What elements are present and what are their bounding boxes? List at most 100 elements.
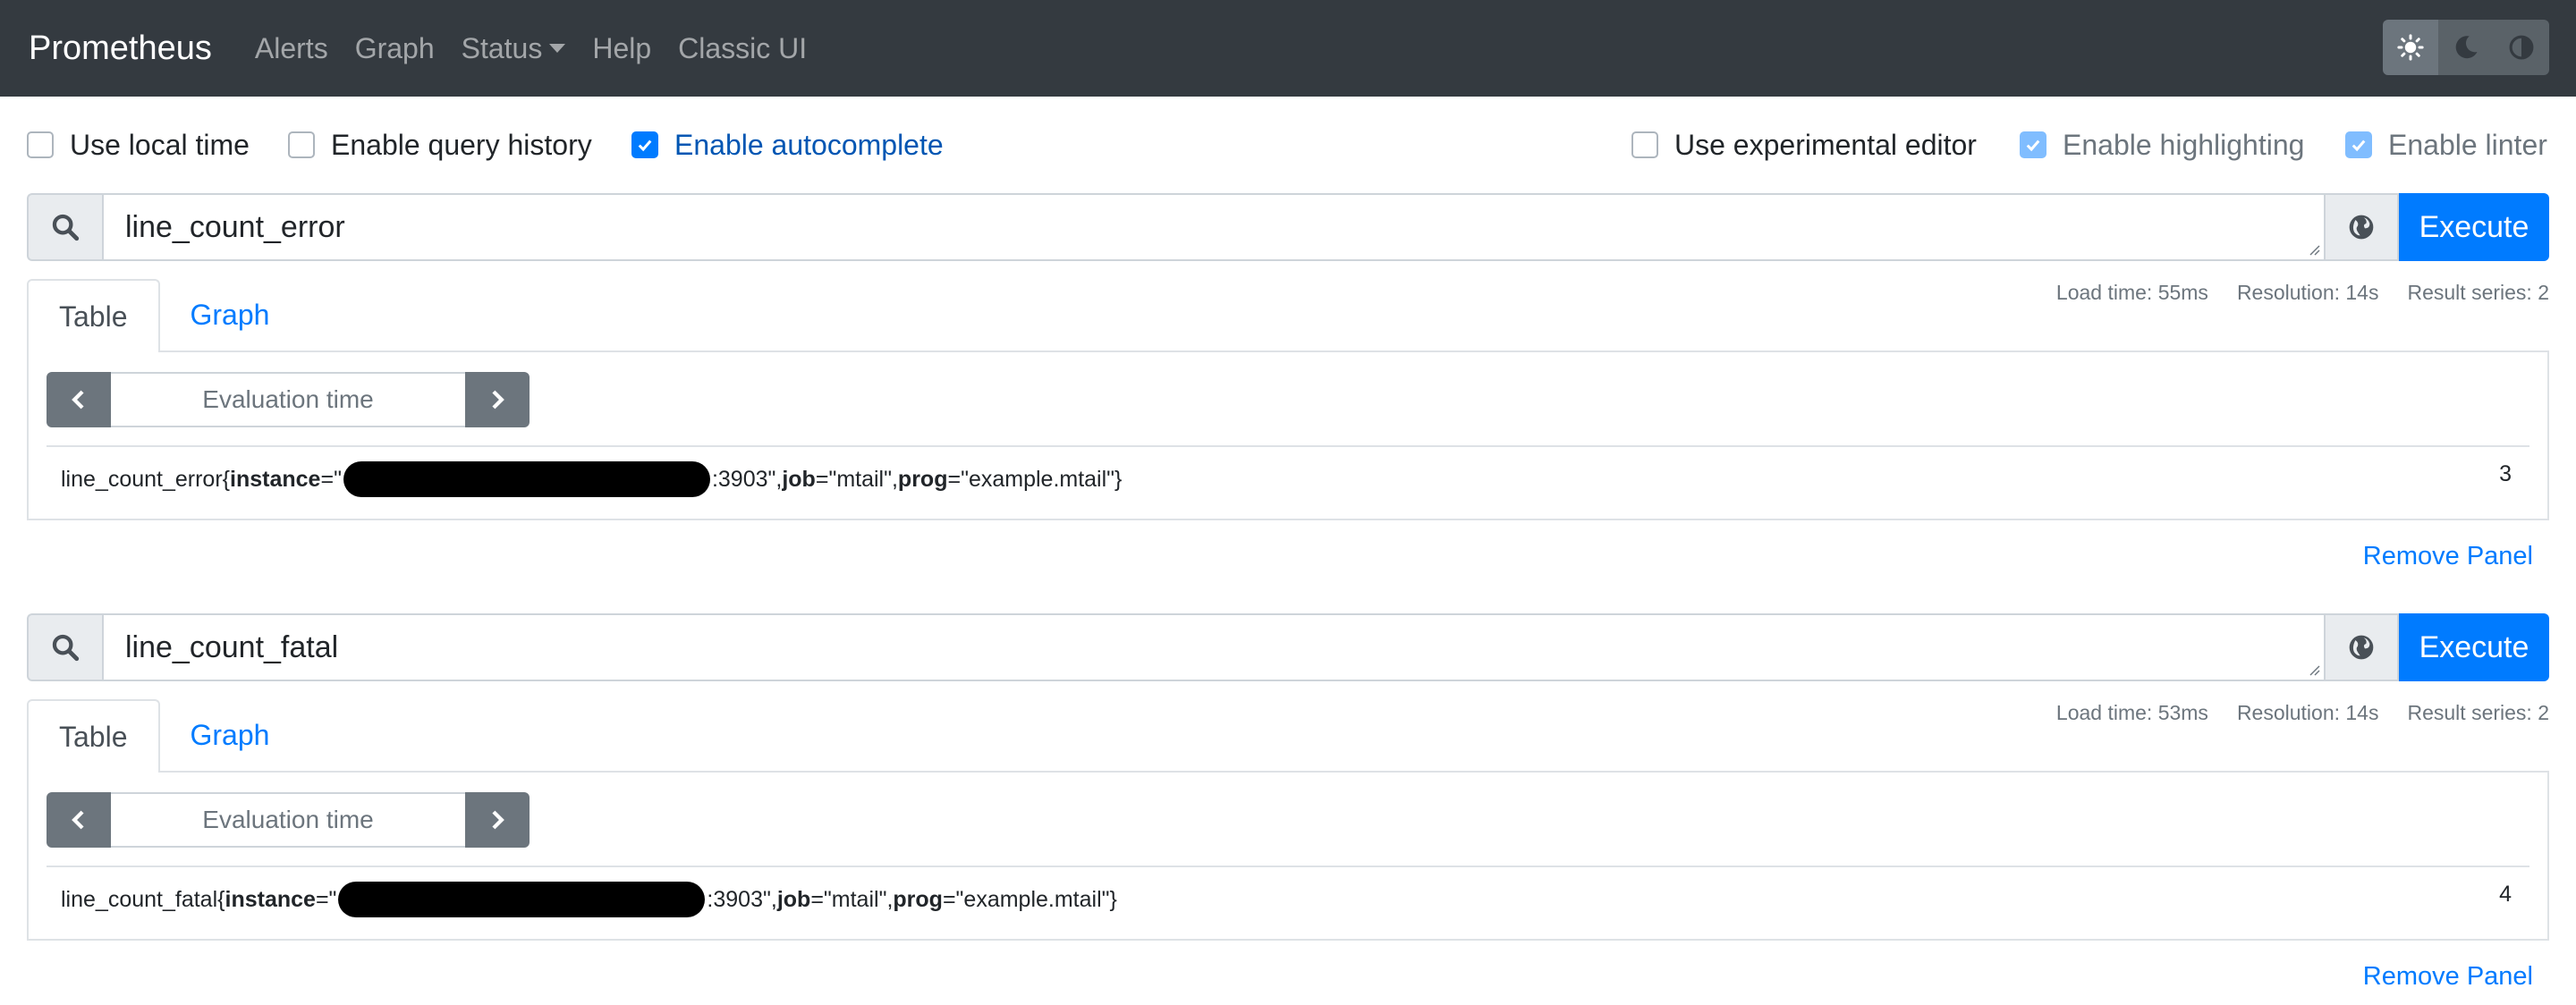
- chevron-left-icon: [72, 390, 84, 410]
- checkbox-label: Use local time: [70, 128, 250, 161]
- resize-handle-icon[interactable]: [2306, 662, 2320, 676]
- execute-button[interactable]: Execute: [2399, 193, 2549, 261]
- light-theme-button[interactable]: [2383, 20, 2438, 75]
- results-table: line_count_fatal{instance =":3903", job ="…: [47, 866, 2529, 923]
- checkbox-label: Use experimental editor: [1674, 128, 1977, 161]
- nav-classic-ui[interactable]: Classic UI: [678, 32, 807, 65]
- query-options: Use local time Enable query history Enab…: [27, 125, 2549, 165]
- chevron-left-icon: [72, 810, 84, 830]
- query-stats: Load time: 53ms Resolution: 14s Result s…: [2056, 701, 2549, 725]
- label-value-prog: ="example.mtail"}: [942, 886, 1117, 912]
- checkbox-box[interactable]: [27, 131, 54, 158]
- search-icon: [52, 214, 80, 241]
- label-value-job: ="mtail",: [810, 886, 894, 912]
- label-key-job: job: [776, 886, 811, 912]
- eval-time-back-button[interactable]: [47, 792, 111, 848]
- label-key-instance: instance: [225, 886, 316, 912]
- label-eq: =": [315, 886, 337, 912]
- checkbox-label: Enable linter: [2388, 128, 2547, 161]
- theme-toggle-group: [2383, 20, 2549, 75]
- checkbox-label: Enable query history: [331, 128, 592, 161]
- redacted-instance: [338, 882, 706, 917]
- use-experimental-editor-checkbox[interactable]: Use experimental editor: [1631, 125, 1977, 165]
- results-table: line_count_error{instance =":3903", job ="…: [47, 445, 2529, 502]
- checkbox-box[interactable]: [1631, 131, 1658, 158]
- label-value-job: ="mtail",: [815, 466, 898, 492]
- globe-icon: [2349, 215, 2374, 240]
- checkbox-box[interactable]: [2345, 131, 2372, 158]
- label-key-job: job: [782, 466, 816, 492]
- metric-name: line_count_error: [61, 466, 223, 492]
- execute-button[interactable]: Execute: [2399, 613, 2549, 681]
- table-tab-content: Evaluation time line_count_fatal{instanc…: [27, 771, 2549, 941]
- label-brace: {: [222, 466, 231, 492]
- resize-handle-icon[interactable]: [2306, 241, 2320, 256]
- resolution: Resolution: 14s: [2236, 701, 2379, 724]
- chevron-right-icon: [492, 810, 504, 830]
- dark-theme-button[interactable]: [2438, 20, 2494, 75]
- label-key-prog: prog: [897, 466, 948, 492]
- tab-graph[interactable]: Graph: [160, 699, 301, 771]
- tab-graph[interactable]: Graph: [160, 279, 301, 350]
- evaluation-time-group: Evaluation time: [47, 372, 530, 427]
- expression-input[interactable]: line_count_fatal: [102, 613, 2326, 681]
- nav-help[interactable]: Help: [592, 32, 651, 65]
- eval-time-forward-button[interactable]: [465, 372, 530, 427]
- auto-theme-button[interactable]: [2494, 20, 2549, 75]
- metric-name: line_count_fatal: [61, 886, 218, 912]
- evaluation-time-group: Evaluation time: [47, 792, 530, 848]
- nav-status-label: Status: [461, 31, 543, 64]
- brand-link[interactable]: Prometheus: [29, 30, 212, 68]
- result-series: Result series: 2: [2407, 701, 2549, 724]
- nav-status-dropdown[interactable]: Status: [462, 32, 566, 65]
- label-brace: {: [217, 886, 225, 912]
- metrics-explorer-button[interactable]: [2326, 613, 2399, 681]
- table-tab-content: Evaluation time line_count_error{instanc…: [27, 350, 2549, 520]
- search-prepend: [27, 613, 102, 681]
- checkbox-box[interactable]: [288, 131, 315, 158]
- nav-alerts[interactable]: Alerts: [255, 32, 328, 65]
- label-value-prog: ="example.mtail"}: [947, 466, 1123, 492]
- label-key-instance: instance: [230, 466, 321, 492]
- remove-panel-link[interactable]: Remove Panel: [2363, 542, 2533, 571]
- enable-autocomplete-checkbox[interactable]: Enable autocomplete: [631, 125, 944, 165]
- moon-icon: [2455, 36, 2478, 59]
- use-local-time-checkbox[interactable]: Use local time: [27, 125, 250, 165]
- evaluation-time-input[interactable]: Evaluation time: [111, 372, 465, 427]
- query-stats: Load time: 55ms Resolution: 14s Result s…: [2056, 281, 2549, 305]
- sample-value: 3: [2499, 461, 2512, 486]
- redacted-instance: [343, 461, 710, 497]
- search-prepend: [27, 193, 102, 261]
- checkbox-box[interactable]: [631, 131, 658, 158]
- expression-input[interactable]: line_count_error: [102, 193, 2326, 261]
- checkbox-box[interactable]: [2020, 131, 2046, 158]
- remove-panel-link[interactable]: Remove Panel: [2363, 962, 2533, 992]
- expression-input-group: line_count_error Execute: [27, 193, 2549, 261]
- check-icon: [638, 139, 652, 152]
- tab-table[interactable]: Table: [27, 699, 160, 773]
- evaluation-time-input[interactable]: Evaluation time: [111, 792, 465, 848]
- contrast-icon: [2509, 35, 2534, 60]
- globe-icon: [2349, 635, 2374, 660]
- enable-linter-checkbox[interactable]: Enable linter: [2345, 125, 2547, 165]
- table-row: line_count_error{instance =":3903", job ="…: [61, 461, 1122, 497]
- enable-query-history-checkbox[interactable]: Enable query history: [288, 125, 592, 165]
- enable-highlighting-checkbox[interactable]: Enable highlighting: [2020, 125, 2304, 165]
- resolution: Resolution: 14s: [2236, 281, 2379, 304]
- check-icon: [2026, 139, 2040, 152]
- metrics-explorer-button[interactable]: [2326, 193, 2399, 261]
- nav-graph[interactable]: Graph: [355, 32, 435, 65]
- top-navbar: Prometheus Alerts Graph Status Help Clas…: [0, 0, 2576, 97]
- label-port: :3903",: [707, 886, 777, 912]
- result-series: Result series: 2: [2407, 281, 2549, 304]
- chevron-right-icon: [492, 390, 504, 410]
- eval-time-back-button[interactable]: [47, 372, 111, 427]
- label-port: :3903",: [711, 466, 783, 492]
- table-row: line_count_fatal{instance =":3903", job ="…: [61, 882, 1117, 917]
- load-time: Load time: 53ms: [2055, 701, 2208, 724]
- checkbox-label: Enable highlighting: [2063, 128, 2305, 161]
- eval-time-forward-button[interactable]: [465, 792, 530, 848]
- expression-input-group: line_count_fatal Execute: [27, 613, 2549, 681]
- checkbox-label: Enable autocomplete: [674, 128, 944, 161]
- tab-table[interactable]: Table: [27, 279, 160, 352]
